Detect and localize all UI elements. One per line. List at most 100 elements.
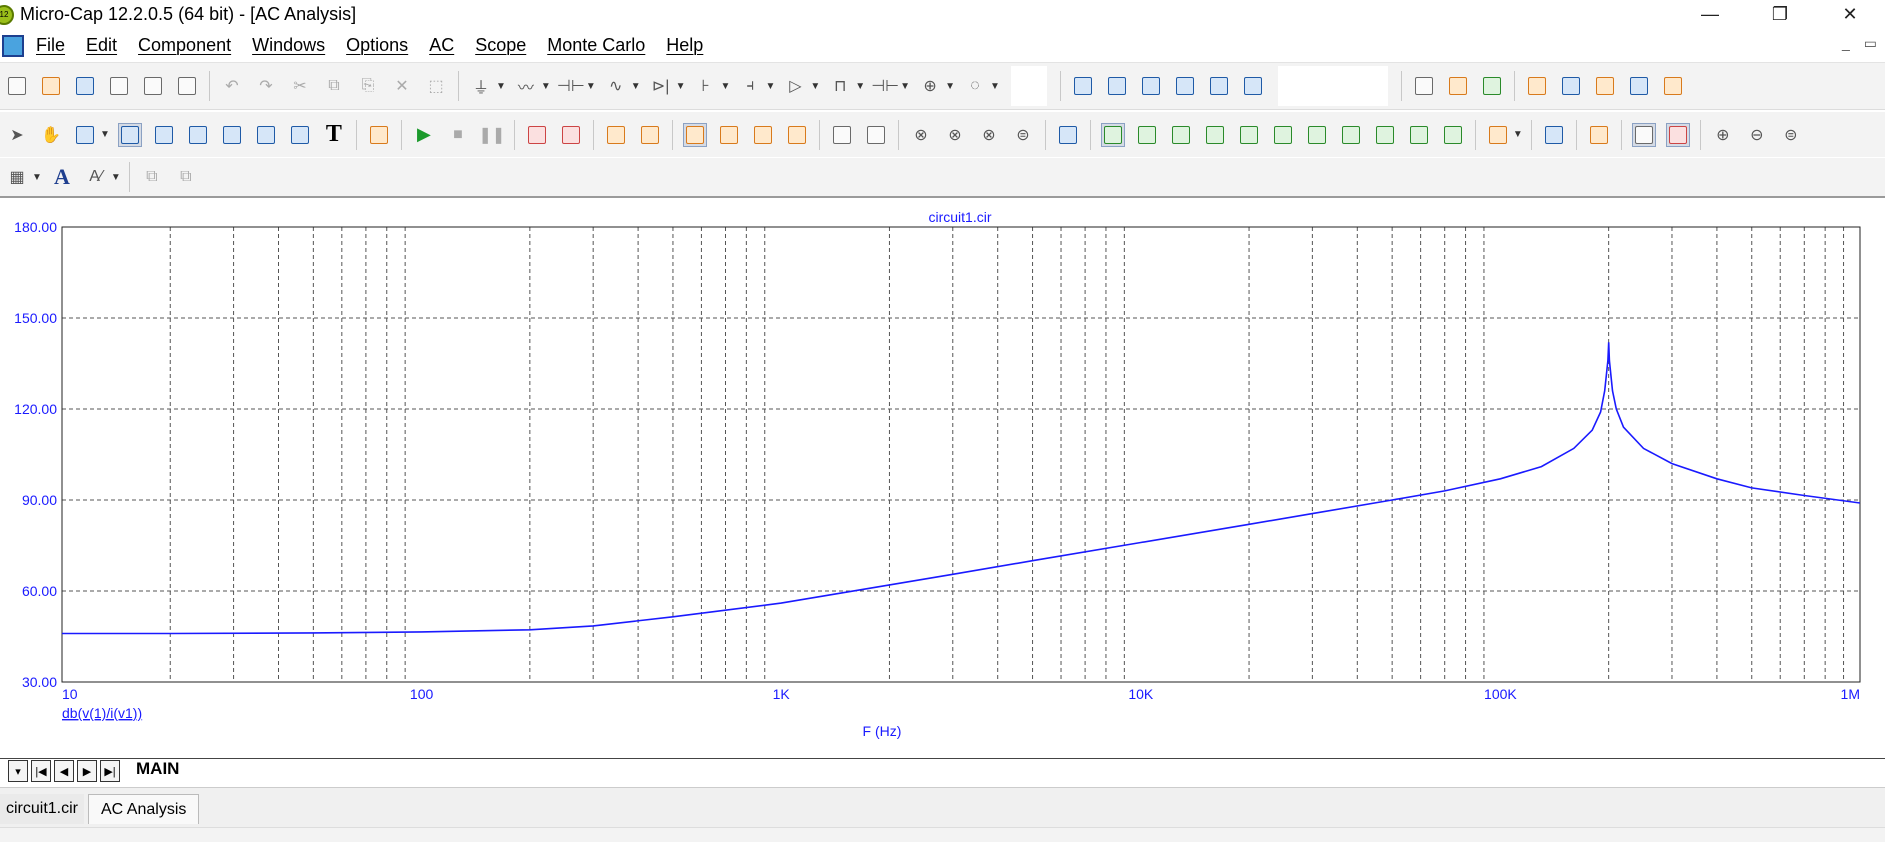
menu-component[interactable]: Component — [138, 35, 231, 56]
print-icon[interactable] — [175, 74, 199, 98]
select-arrow-icon[interactable]: ➤ — [5, 123, 29, 147]
menu-help[interactable]: Help — [666, 35, 703, 56]
mosfet-component-icon[interactable]: ⫞ — [738, 74, 762, 98]
dropdown-arrow-icon[interactable]: ▼ — [631, 81, 641, 92]
top-icon[interactable] — [1407, 123, 1431, 147]
redo-icon[interactable]: ↷ — [254, 74, 278, 98]
revert-icon[interactable] — [107, 74, 131, 98]
send-back-icon[interactable]: ⧉ — [174, 165, 198, 189]
paste-icon[interactable]: ⎘ — [356, 74, 380, 98]
library-icon[interactable] — [1446, 74, 1470, 98]
curve-series-line[interactable] — [62, 342, 1861, 635]
tab-circuit1[interactable]: circuit1.cir — [0, 794, 85, 824]
grid-layout-icon[interactable]: ▦ — [5, 165, 29, 189]
point-tag-icon[interactable] — [186, 123, 210, 147]
mdi-restore-button[interactable]: ▭ — [1864, 35, 1877, 52]
cascade-windows-icon[interactable] — [1071, 74, 1095, 98]
plot-svg[interactable]: 180.00 150.00 120.00 90.00 60.00 30.00 10 100 1… — [0, 200, 1885, 755]
tile-vertical-icon[interactable] — [1105, 74, 1129, 98]
text-settings-icon[interactable] — [1627, 74, 1651, 98]
major-grid-icon[interactable] — [864, 123, 888, 147]
animate-options-icon[interactable] — [638, 123, 662, 147]
tile-icon[interactable] — [1173, 74, 1197, 98]
probe-component-icon[interactable]: ◌ — [963, 74, 987, 98]
bottom-icon[interactable] — [1441, 123, 1465, 147]
dropdown-arrow-icon[interactable]: ▼ — [111, 172, 121, 183]
tab-main[interactable]: MAIN — [136, 759, 179, 779]
resistor-component-icon[interactable]: 〰 — [514, 74, 538, 98]
info-icon[interactable] — [73, 123, 97, 147]
tools-icon[interactable] — [1661, 74, 1685, 98]
menu-file[interactable]: File — [36, 35, 65, 56]
zoom-y-icon[interactable]: ⊗ — [943, 123, 967, 147]
state-variables-icon[interactable] — [604, 123, 628, 147]
ac-analysis-plot[interactable]: 180.00 150.00 120.00 90.00 60.00 30.00 10 100 1… — [0, 200, 1885, 755]
zoom-region-icon[interactable]: ⊜ — [1011, 123, 1035, 147]
dropdown-arrow-icon[interactable]: ▼ — [100, 129, 110, 140]
tile-horizontal-icon[interactable] — [1139, 74, 1163, 98]
dropdown-arrow-icon[interactable]: ▼ — [810, 81, 820, 92]
tab-menu-button[interactable]: ▾ — [8, 760, 28, 782]
next-tab-button[interactable]: ▶ — [77, 760, 97, 782]
run-icon[interactable]: ▶ — [412, 123, 436, 147]
component-slot[interactable] — [1010, 66, 1047, 106]
next-peak-icon[interactable] — [1100, 122, 1125, 147]
auto-scale-icon[interactable] — [1631, 122, 1656, 147]
dropdown-arrow-icon[interactable]: ▼ — [855, 81, 865, 92]
high-icon[interactable] — [1237, 123, 1261, 147]
plot-window-icon[interactable] — [1559, 74, 1583, 98]
select-all-icon[interactable]: ⬚ — [424, 74, 448, 98]
inflection-icon[interactable] — [1305, 123, 1329, 147]
plot-grid-3-icon[interactable] — [751, 123, 775, 147]
plot-grid-4-icon[interactable] — [785, 123, 809, 147]
scale-mode-icon[interactable] — [117, 122, 142, 147]
dropdown-arrow-icon[interactable]: ▼ — [900, 81, 910, 92]
dropdown-arrow-icon[interactable]: ▼ — [721, 81, 731, 92]
numeric-output-icon[interactable] — [1542, 123, 1566, 147]
component-panel-icon[interactable] — [1412, 74, 1436, 98]
plot-properties-icon[interactable] — [1056, 123, 1080, 147]
close-button[interactable]: ✕ — [1815, 0, 1885, 29]
cursor-mode-icon[interactable] — [152, 123, 176, 147]
bring-front-icon[interactable]: ⧉ — [140, 165, 164, 189]
inductor-component-icon[interactable]: ∿ — [604, 74, 628, 98]
pause-icon[interactable]: ❚❚ — [479, 123, 506, 147]
zoom-fit-icon[interactable]: ⊗ — [977, 123, 1001, 147]
y-expression-label[interactable]: db(v(1)/i(v1)) — [62, 705, 142, 721]
last-tab-button[interactable]: ▶| — [100, 760, 120, 782]
plot-grid-2-icon[interactable] — [717, 123, 741, 147]
performance-tag-icon[interactable] — [288, 123, 312, 147]
properties-icon[interactable] — [1593, 74, 1617, 98]
stop-icon[interactable]: ■ — [446, 123, 470, 147]
peak-icon[interactable] — [1169, 123, 1193, 147]
ground-component-icon[interactable]: ⏚ — [469, 74, 493, 98]
transistor-component-icon[interactable]: ⊦ — [694, 74, 718, 98]
color-picker-icon[interactable]: A⁄ — [84, 165, 108, 189]
diode-component-icon[interactable]: ⊳| — [649, 74, 673, 98]
menu-ac[interactable]: AC — [429, 35, 454, 56]
open-folder-icon[interactable] — [39, 74, 63, 98]
document-window-icon[interactable] — [2, 34, 24, 57]
first-tab-button[interactable]: |◀ — [31, 760, 51, 782]
tab-ac-analysis[interactable]: AC Analysis — [88, 794, 200, 824]
zoom-out-icon[interactable]: ⊖ — [1745, 123, 1769, 147]
new-file-icon[interactable] — [5, 74, 29, 98]
menu-scope[interactable]: Scope — [475, 35, 526, 56]
dropdown-arrow-icon[interactable]: ▼ — [1513, 129, 1523, 140]
dropdown-arrow-icon[interactable]: ▼ — [541, 81, 551, 92]
transformer-component-icon[interactable]: ⊓ — [828, 74, 852, 98]
undo-icon[interactable]: ↶ — [220, 74, 244, 98]
dropdown-arrow-icon[interactable]: ▼ — [676, 81, 686, 92]
source-component-icon[interactable]: ⊕ — [918, 74, 942, 98]
next-valley-icon[interactable] — [1135, 123, 1159, 147]
global-high-icon[interactable] — [1339, 123, 1363, 147]
opamp-component-icon[interactable]: ▷ — [783, 74, 807, 98]
pan-hand-icon[interactable]: ✋ — [39, 123, 63, 147]
minor-grid-icon[interactable] — [830, 123, 854, 147]
minimize-button[interactable]: — — [1675, 0, 1745, 29]
maximize-window-icon[interactable] — [1207, 74, 1231, 98]
dropdown-arrow-icon[interactable]: ▼ — [586, 81, 596, 92]
horizontal-tag-icon[interactable] — [220, 123, 244, 147]
vertical-tag-icon[interactable] — [254, 123, 278, 147]
plot-grid-icon[interactable] — [682, 122, 707, 147]
